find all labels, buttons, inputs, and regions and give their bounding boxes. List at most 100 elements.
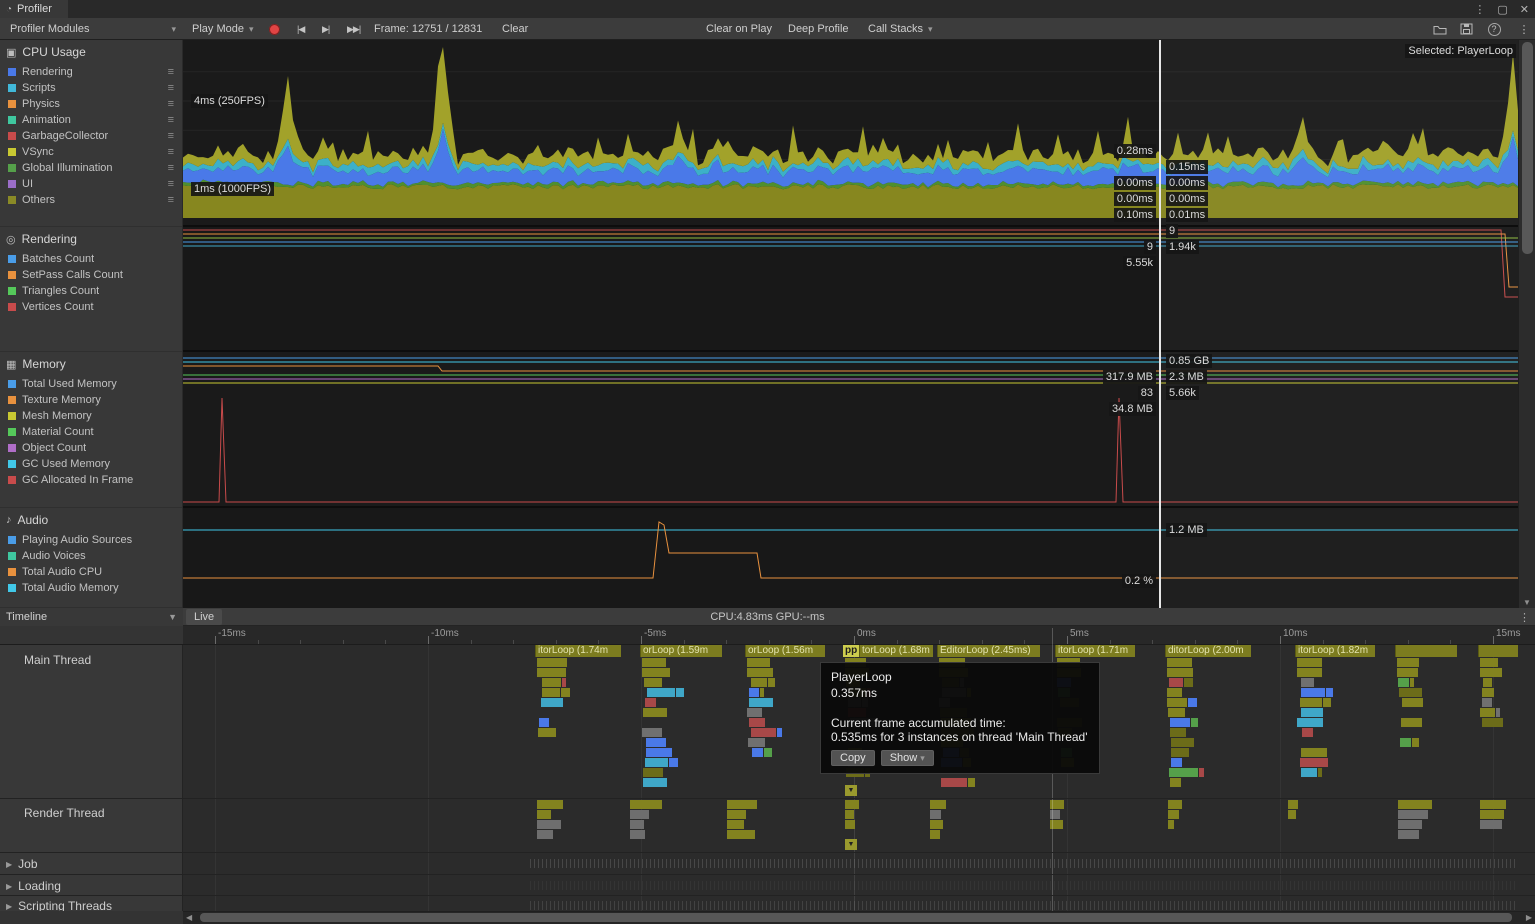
timeline-sample[interactable]: [1301, 768, 1317, 777]
timeline-sample[interactable]: [747, 668, 774, 677]
thread-foldout-job[interactable]: ▶ Job: [6, 857, 38, 871]
play-mode-dropdown[interactable]: Play Mode ▾: [186, 20, 260, 38]
timeline-sample[interactable]: [1169, 768, 1198, 777]
sidebar-item-total-used-memory[interactable]: Total Used Memory: [0, 376, 182, 392]
timeline-sample[interactable]: [968, 778, 975, 787]
timeline-sample[interactable]: [1297, 718, 1323, 727]
sidebar-item-total-audio-cpu[interactable]: Total Audio CPU: [0, 564, 182, 580]
timeline-sample[interactable]: [1480, 800, 1506, 809]
timeline-sample[interactable]: [1398, 678, 1409, 687]
flow-event-marker[interactable]: ▼: [845, 839, 857, 850]
thread-foldout-scripting-threads[interactable]: ▶ Scripting Threads: [6, 899, 112, 911]
scroll-left-icon[interactable]: ◀: [186, 913, 192, 922]
sidebar-item-gc-allocated-in-frame[interactable]: GC Allocated In Frame: [0, 472, 182, 488]
charts-scrollbar[interactable]: ▼: [1518, 40, 1535, 608]
sidebar-item-others[interactable]: Others ≡: [0, 192, 182, 208]
timeline-sample[interactable]: [538, 718, 550, 727]
load-profile-icon[interactable]: [1428, 20, 1452, 38]
save-profile-icon[interactable]: [1454, 20, 1478, 38]
timeline-sample[interactable]: [845, 820, 855, 829]
timeline-sample[interactable]: [1169, 678, 1184, 687]
sidebar-item-gc-used-memory[interactable]: GC Used Memory: [0, 456, 182, 472]
timeline-sample[interactable]: [675, 688, 685, 697]
timeline-sample[interactable]: [537, 820, 562, 829]
timeline-sample[interactable]: [1483, 678, 1492, 687]
timeline-sample[interactable]: [541, 698, 563, 707]
timeline-sample[interactable]: [1482, 718, 1504, 727]
timeline-sample[interactable]: [642, 708, 668, 717]
timeline-sample[interactable]: [1300, 748, 1327, 757]
timeline-sample[interactable]: [1398, 810, 1428, 819]
timeline-sample[interactable]: [747, 738, 765, 747]
drag-handle-icon[interactable]: ≡: [168, 130, 174, 142]
timeline-sample[interactable]: [1297, 668, 1323, 677]
timeline-sample[interactable]: [1399, 688, 1422, 697]
timeline-sample[interactable]: [1495, 708, 1500, 717]
scrollbar-thumb[interactable]: [200, 913, 1512, 922]
timeline-sample[interactable]: [1301, 708, 1323, 717]
close-icon[interactable]: ✕: [1520, 3, 1529, 16]
module-header-audio[interactable]: ♪ Audio: [0, 508, 182, 532]
timeline-sample[interactable]: [630, 800, 662, 809]
thread-label-render[interactable]: Render Thread: [24, 806, 105, 820]
timeline-sample[interactable]: [930, 820, 944, 829]
sidebar-item-scripts[interactable]: Scripts ≡: [0, 80, 182, 96]
clear-on-play-toggle[interactable]: Clear on Play: [700, 20, 778, 38]
sidebar-item-garbagecollector[interactable]: GarbageCollector ≡: [0, 128, 182, 144]
timeline-sample[interactable]: [930, 800, 946, 809]
timeline-sample[interactable]: [1167, 658, 1192, 667]
sidebar-item-physics[interactable]: Physics ≡: [0, 96, 182, 112]
timeline-sample-editorloop[interactable]: itorLoop (1.74m: [535, 645, 621, 657]
drag-handle-icon[interactable]: ≡: [168, 114, 174, 126]
timeline-sample[interactable]: [1482, 688, 1495, 697]
rendering-chart[interactable]: [183, 227, 1518, 352]
timeline-sample[interactable]: [1399, 738, 1412, 747]
timeline-sample[interactable]: [1299, 758, 1328, 767]
timeline-sample[interactable]: [748, 688, 760, 697]
timeline-sample[interactable]: [1170, 758, 1182, 767]
sidebar-item-setpass-calls-count[interactable]: SetPass Calls Count: [0, 267, 182, 283]
drag-handle-icon[interactable]: ≡: [168, 178, 174, 190]
sidebar-item-rendering[interactable]: Rendering ≡: [0, 64, 182, 80]
timeline-sample[interactable]: [630, 830, 646, 839]
timeline-sample[interactable]: [643, 678, 663, 687]
timeline-sample[interactable]: [642, 658, 667, 667]
sidebar-item-texture-memory[interactable]: Texture Memory: [0, 392, 182, 408]
profiler-modules-dropdown[interactable]: Profiler Modules ▾: [4, 20, 182, 38]
timeline-menu-icon[interactable]: ⋮: [1519, 608, 1530, 626]
timeline-sample[interactable]: [537, 830, 554, 839]
timeline-sample[interactable]: [1480, 658, 1499, 667]
menu-kebab-icon[interactable]: ⋮: [1512, 20, 1535, 38]
timeline-sample[interactable]: [749, 698, 773, 707]
timeline-sample[interactable]: [768, 678, 775, 687]
timeline-sample[interactable]: [642, 728, 663, 737]
timeline-sample[interactable]: [537, 668, 567, 677]
timeline-sample[interactable]: [1190, 718, 1199, 727]
timeline-sample-editorloop[interactable]: [1395, 645, 1457, 657]
timeline-scrollbar[interactable]: ◀ ▶: [0, 911, 1535, 924]
selected-sample[interactable]: pp: [843, 645, 860, 657]
timeline-view-dropdown[interactable]: Timeline ▼: [0, 608, 183, 626]
timeline-sample[interactable]: [930, 830, 940, 839]
timeline-sample[interactable]: [1397, 668, 1419, 677]
sidebar-item-playing-audio-sources[interactable]: Playing Audio Sources: [0, 532, 182, 548]
timeline-sample[interactable]: [1288, 800, 1298, 809]
sidebar-item-material-count[interactable]: Material Count: [0, 424, 182, 440]
timeline-sample[interactable]: [760, 688, 765, 697]
timeline-sample[interactable]: [541, 688, 561, 697]
timeline-sample[interactable]: [747, 708, 762, 717]
timeline-sample[interactable]: [751, 728, 776, 737]
sidebar-item-global-illumination[interactable]: Global Illumination ≡: [0, 160, 182, 176]
sidebar-item-mesh-memory[interactable]: Mesh Memory: [0, 408, 182, 424]
timeline-sample[interactable]: [1167, 668, 1193, 677]
timeline-sample-editorloop[interactable]: ditorLoop (2.00m: [1165, 645, 1251, 657]
drag-handle-icon[interactable]: ≡: [168, 82, 174, 94]
timeline-sample[interactable]: [1297, 658, 1322, 667]
playhead[interactable]: [1159, 40, 1161, 608]
sidebar-item-vertices-count[interactable]: Vertices Count: [0, 299, 182, 315]
cpu-usage-chart[interactable]: [183, 40, 1518, 227]
drag-handle-icon[interactable]: ≡: [168, 66, 174, 78]
timeline-sample[interactable]: [643, 768, 663, 777]
module-header-rendering[interactable]: ◎ Rendering: [0, 227, 182, 251]
timeline-sample[interactable]: [747, 658, 770, 667]
